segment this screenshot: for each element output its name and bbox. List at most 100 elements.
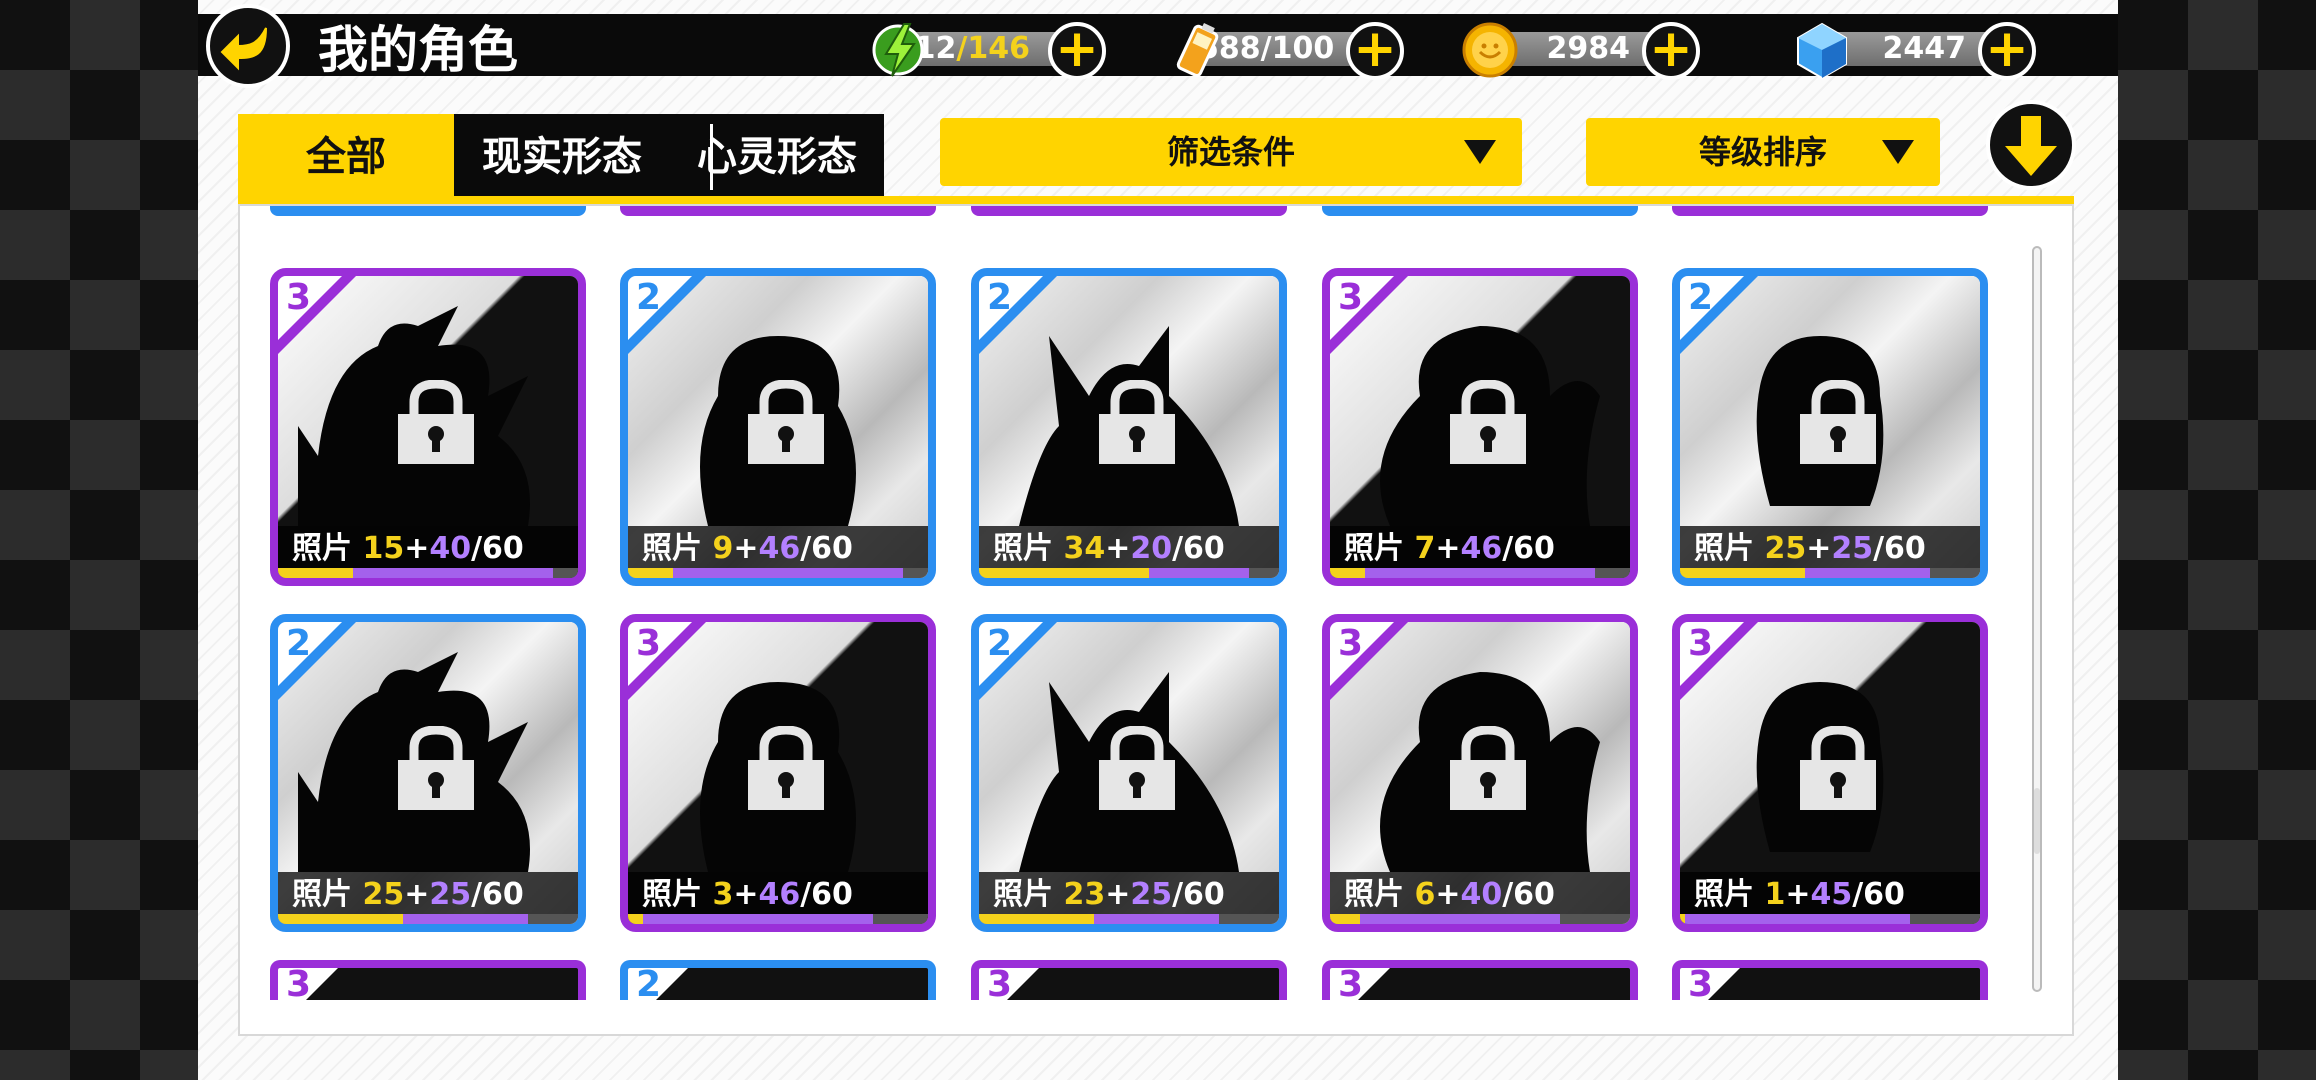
character-card-partial[interactable]: 2 — [620, 960, 936, 1000]
photo-label: 照片 — [993, 531, 1053, 566]
photo-pending-fill — [1805, 568, 1930, 578]
add-gems-button[interactable]: + — [1978, 22, 2036, 80]
lock-icon — [1800, 726, 1876, 810]
photo-pending-count: 25 — [1130, 877, 1173, 912]
tab-bar: 全部 现实形态 心灵形态 — [238, 114, 884, 200]
photo-progress-label: 照片 25+25/60 — [1680, 526, 1980, 572]
photo-label: 照片 — [1344, 877, 1404, 912]
tab-reality-form[interactable]: 现实形态 — [454, 114, 670, 200]
photo-owned-fill — [979, 568, 1149, 578]
character-card[interactable]: 2 照片 9+46/60 — [620, 268, 936, 586]
photo-pending-fill — [1685, 914, 1910, 924]
rarity-badge: 3 — [1338, 964, 1364, 1000]
lock-icon — [1450, 380, 1526, 464]
sort-direction-button[interactable] — [1986, 100, 2076, 190]
photo-progress-label: 照片 1+45/60 — [1680, 872, 1980, 918]
character-card[interactable]: 3 照片 7+46/60 — [1322, 268, 1638, 586]
rarity-badge: 3 — [1338, 623, 1364, 664]
lightning-icon — [872, 23, 924, 77]
rarity-badge: 3 — [987, 964, 1013, 1000]
lock-icon — [398, 726, 474, 810]
photo-pending-fill — [353, 568, 553, 578]
photo-total: /60 — [1172, 877, 1225, 912]
lock-icon — [1800, 380, 1876, 464]
photo-label: 照片 — [1694, 531, 1754, 566]
character-card-partial[interactable]: 3 — [1322, 960, 1638, 1000]
photo-total: /60 — [471, 531, 524, 566]
photo-pending-fill — [673, 568, 903, 578]
tab-mind-form[interactable]: 心灵形态 — [670, 114, 884, 200]
photo-owned-fill — [278, 568, 353, 578]
scrollbar-thumb[interactable] — [2034, 788, 2040, 854]
lock-icon — [1099, 726, 1175, 810]
coin-icon — [1462, 22, 1518, 78]
character-card[interactable]: 3 照片 15+40/60 — [270, 268, 586, 586]
photo-pending-fill — [403, 914, 528, 924]
photo-pending-fill — [1149, 568, 1249, 578]
character-card-partial[interactable]: 3 — [1672, 960, 1988, 1000]
add-coins-button[interactable]: + — [1642, 22, 1700, 80]
lock-icon — [1450, 726, 1526, 810]
battery-counter: 588/100 + — [1168, 22, 1408, 80]
photo-progress-label: 照片 9+46/60 — [628, 526, 928, 572]
add-battery-button[interactable]: + — [1346, 22, 1404, 80]
character-card-partial[interactable] — [971, 206, 1287, 216]
rarity-badge: 2 — [1688, 277, 1714, 318]
photo-pending-count: 46 — [1460, 531, 1503, 566]
photo-progress-bar — [1680, 568, 1980, 578]
photo-progress-bar — [278, 914, 578, 924]
photo-label: 照片 — [292, 531, 352, 566]
photo-pending-fill — [643, 914, 873, 924]
character-card-partial[interactable]: 3 — [971, 960, 1287, 1000]
photo-total: /60 — [471, 877, 524, 912]
rarity-badge: 3 — [286, 277, 312, 318]
photo-total: /60 — [1502, 531, 1555, 566]
photo-progress-bar — [278, 568, 578, 578]
character-card-partial[interactable] — [1672, 206, 1988, 216]
add-energy-button[interactable]: + — [1048, 22, 1106, 80]
filter-dropdown[interactable]: 筛选条件 — [940, 118, 1522, 186]
photo-owned-count: 1 — [1764, 877, 1786, 912]
character-card[interactable]: 2 照片 25+25/60 — [1672, 268, 1988, 586]
photo-total: /60 — [800, 877, 853, 912]
gem-icon — [1797, 22, 1847, 80]
photo-progress-label: 照片 23+25/60 — [979, 872, 1279, 918]
photo-progress-bar — [979, 914, 1279, 924]
scrollbar[interactable] — [2032, 246, 2042, 992]
character-card[interactable]: 2 照片 34+20/60 — [971, 268, 1287, 586]
filter-label: 筛选条件 — [1166, 133, 1295, 171]
character-card[interactable]: 3 照片 6+40/60 — [1322, 614, 1638, 932]
rarity-badge: 3 — [1688, 623, 1714, 664]
photo-owned-fill — [1680, 568, 1805, 578]
rarity-badge: 2 — [636, 277, 662, 318]
character-card-partial[interactable] — [270, 206, 586, 216]
energy-counter: 12/146 + — [870, 22, 1110, 80]
photo-progress-label: 照片 7+46/60 — [1330, 526, 1630, 572]
lock-icon — [748, 380, 824, 464]
sort-dropdown[interactable]: 等级排序 — [1586, 118, 1940, 186]
photo-progress-bar — [628, 568, 928, 578]
back-arrow-icon — [220, 27, 267, 71]
back-button[interactable] — [206, 4, 290, 88]
rarity-badge: 3 — [286, 964, 312, 1000]
photo-progress-bar — [979, 568, 1279, 578]
battery-icon — [1176, 22, 1219, 78]
rarity-badge: 3 — [636, 623, 662, 664]
character-card[interactable]: 3 照片 1+45/60 — [1672, 614, 1988, 932]
character-card[interactable]: 3 照片 3+46/60 — [620, 614, 936, 932]
character-card-partial[interactable] — [1322, 206, 1638, 216]
photo-owned-count: 3 — [712, 877, 734, 912]
photo-owned-count: 23 — [1063, 877, 1106, 912]
character-card[interactable]: 2 照片 23+25/60 — [971, 614, 1287, 932]
photo-pending-count: 46 — [758, 877, 801, 912]
character-card[interactable]: 2 照片 25+25/60 — [270, 614, 586, 932]
lock-icon — [748, 726, 824, 810]
photo-label: 照片 — [1694, 877, 1754, 912]
rarity-badge: 3 — [1688, 964, 1714, 1000]
coin-counter: 2984 + — [1460, 22, 1700, 80]
rarity-badge: 2 — [987, 277, 1013, 318]
character-card-partial[interactable]: 3 — [270, 960, 586, 1000]
photo-pending-count: 25 — [429, 877, 472, 912]
tab-all[interactable]: 全部 — [238, 114, 454, 200]
character-card-partial[interactable] — [620, 206, 936, 216]
